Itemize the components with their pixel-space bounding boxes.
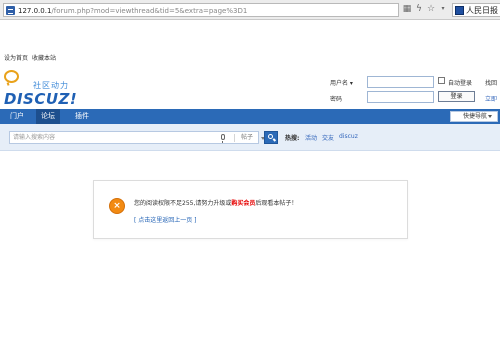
quick-nav-dropdown[interactable]: 快捷导航: [450, 111, 498, 122]
search-type-select[interactable]: 帖子: [241, 134, 253, 142]
logo-text[interactable]: DISCUZ!: [4, 90, 77, 108]
register-link[interactable]: 立即: [485, 94, 497, 103]
lightning-icon[interactable]: ϟ: [413, 3, 425, 15]
url-host: 127.0.0.1: [18, 7, 52, 15]
logo-bubble-icon: [4, 70, 19, 83]
retrieve-password-link[interactable]: 找回: [485, 78, 497, 87]
error-icon: ×: [109, 198, 125, 214]
search-button[interactable]: [264, 131, 278, 144]
search-bar: 请输入搜索内容 帖子 热搜: 活动 交友 discuz: [0, 124, 500, 151]
back-link[interactable]: [ 点击这里返回上一页 ]: [134, 215, 197, 224]
search-input[interactable]: 请输入搜索内容 帖子: [9, 131, 265, 144]
qr-code-icon[interactable]: ▦: [401, 3, 413, 15]
search-placeholder: 请输入搜索内容: [13, 134, 56, 141]
browser-address-bar: 127.0.0.1/forum.php?mod=viewthread&tid=5…: [0, 0, 500, 20]
page-favicon-icon: [6, 6, 15, 15]
main-nav: 门户 论坛 插件 快捷导航: [0, 109, 500, 124]
hot-search-item[interactable]: 交友: [322, 133, 334, 142]
autologin-checkbox[interactable]: [438, 77, 445, 84]
message-box: × 您的阅读权限不足255,请努力升级或购买会员后观看本帖子！ [ 点击这里返回…: [93, 180, 408, 239]
permission-message: 您的阅读权限不足255,请努力升级或购买会员后观看本帖子！: [134, 200, 298, 207]
login-button[interactable]: 登录: [438, 91, 475, 102]
url-field[interactable]: 127.0.0.1/forum.php?mod=viewthread&tid=5…: [3, 3, 399, 17]
password-label: 密码: [330, 96, 343, 103]
nav-item-plugins[interactable]: 插件: [70, 109, 94, 124]
quick-nav-label: 快捷导航: [463, 113, 488, 120]
hot-search-label: 热搜:: [285, 135, 300, 142]
username-label: 用户名 ▾: [330, 80, 353, 87]
star-bookmark-icon[interactable]: ☆: [425, 3, 437, 15]
set-home-link[interactable]: 设为首页: [4, 53, 28, 62]
url-text: 127.0.0.1/forum.php?mod=viewthread&tid=5…: [18, 6, 247, 16]
autologin-label: 自动登录: [448, 80, 473, 87]
password-input[interactable]: [367, 91, 434, 103]
chevron-down-icon[interactable]: ▾: [437, 3, 449, 15]
search-engine-logo-icon: [455, 6, 464, 15]
bookmark-site-link[interactable]: 收藏本站: [32, 53, 56, 62]
buy-membership-link[interactable]: 购买会员: [231, 200, 255, 207]
browser-search-box[interactable]: 人民日报: [452, 3, 500, 17]
search-engine-text: 人民日报: [466, 6, 498, 15]
search-icon: [268, 134, 273, 139]
nav-item-forum[interactable]: 论坛: [36, 109, 60, 124]
microphone-icon[interactable]: [221, 134, 225, 143]
hot-search-item[interactable]: 活动: [305, 133, 317, 142]
top-links-bar: [0, 20, 500, 62]
hot-search-item[interactable]: discuz: [339, 133, 358, 140]
username-input[interactable]: [367, 76, 434, 88]
chevron-down-icon: [488, 115, 492, 118]
url-path: /forum.php?mod=viewthread&tid=5&extra=pa…: [51, 7, 248, 15]
nav-item-portal[interactable]: 门户: [5, 109, 29, 124]
divider: [234, 134, 235, 142]
